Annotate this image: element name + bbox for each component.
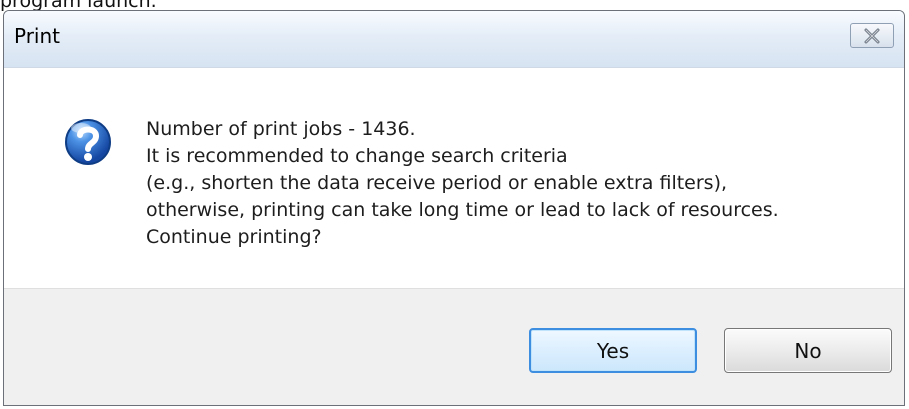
dialog-message: Number of print jobs - 1436. It is recom…: [146, 116, 866, 251]
yes-button[interactable]: Yes: [529, 328, 697, 373]
screenshot-page: program launch. Print Number of print jo…: [0, 0, 909, 409]
close-button[interactable]: [850, 23, 894, 48]
message-line: otherwise, printing can take long time o…: [146, 199, 779, 221]
message-line: (e.g., shorten the data receive period o…: [146, 172, 728, 194]
dialog-title: Print: [14, 24, 61, 48]
print-dialog: Print Number of print jobs - 1436. It is…: [3, 10, 905, 406]
no-button[interactable]: No: [724, 328, 892, 373]
dialog-button-bar: Yes No: [4, 288, 904, 405]
dialog-title-bar: Print: [4, 11, 904, 68]
dialog-content: Number of print jobs - 1436. It is recom…: [4, 68, 904, 289]
question-icon: [61, 115, 115, 169]
close-icon: [851, 24, 893, 47]
message-line: Number of print jobs - 1436.: [146, 118, 416, 140]
message-line: It is recommended to change search crite…: [146, 145, 568, 167]
message-line: Continue printing?: [146, 226, 322, 248]
